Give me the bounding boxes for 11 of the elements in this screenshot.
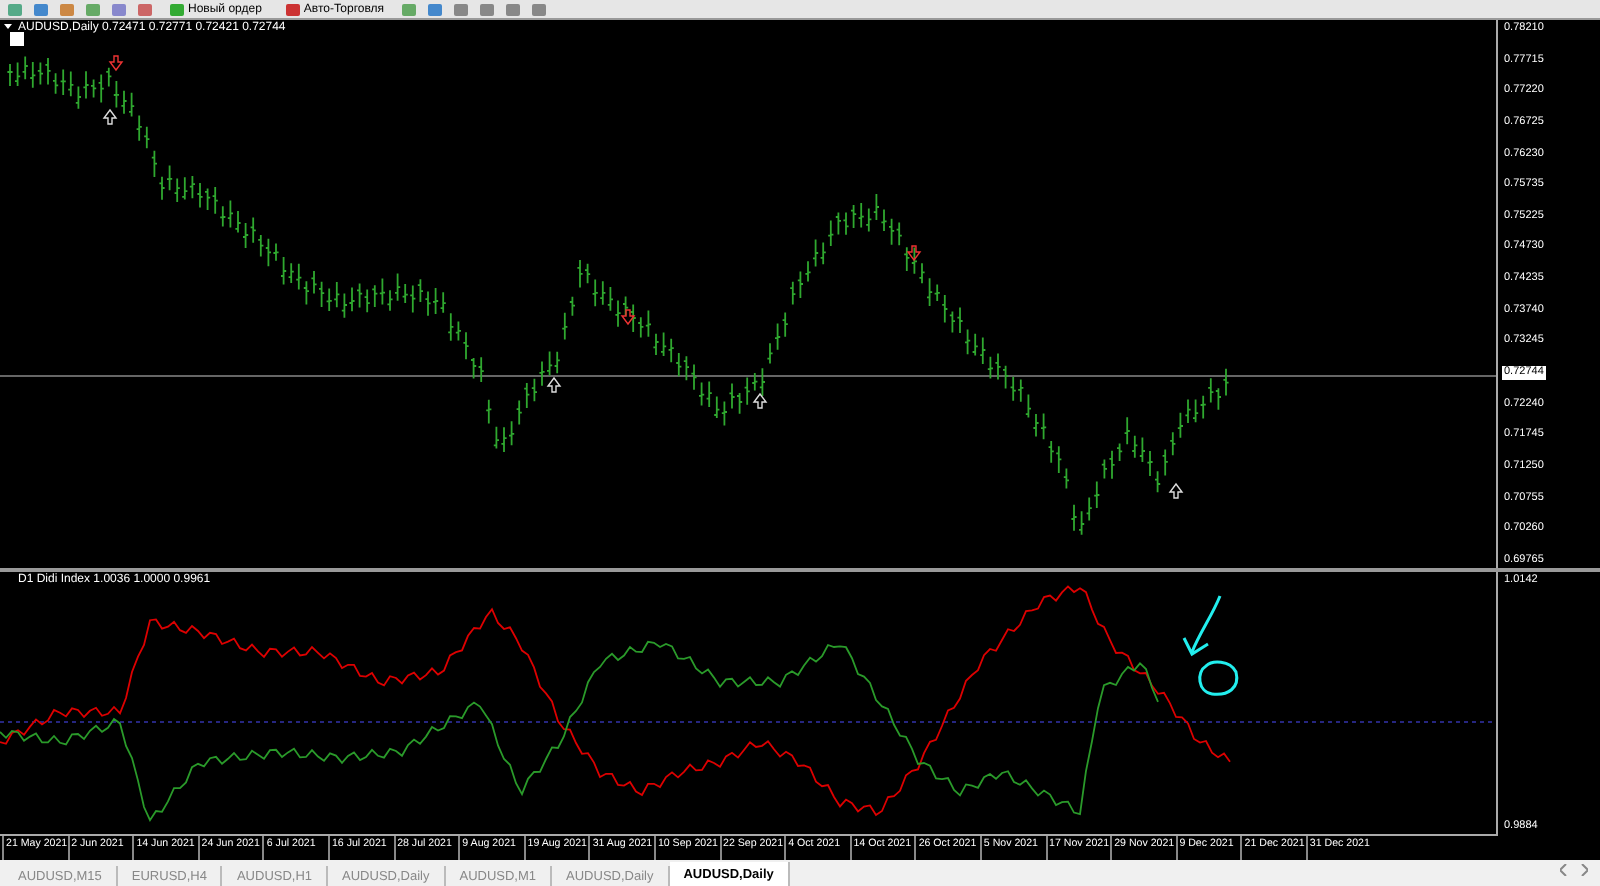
scroll-right-icon[interactable] bbox=[1580, 864, 1588, 876]
down-arrow-icon bbox=[620, 309, 636, 326]
triangle-icon[interactable] bbox=[4, 24, 12, 29]
up-arrow-icon bbox=[546, 376, 562, 393]
up-arrow-icon bbox=[102, 108, 118, 125]
down-arrow-icon bbox=[108, 55, 124, 72]
scroll-left-icon[interactable] bbox=[1560, 864, 1568, 876]
down-arrow-icon bbox=[906, 245, 922, 262]
up-arrow-icon bbox=[1168, 482, 1184, 499]
hand-drawn-arrow-drawing bbox=[1182, 594, 1239, 696]
up-arrow-icon bbox=[752, 392, 768, 409]
